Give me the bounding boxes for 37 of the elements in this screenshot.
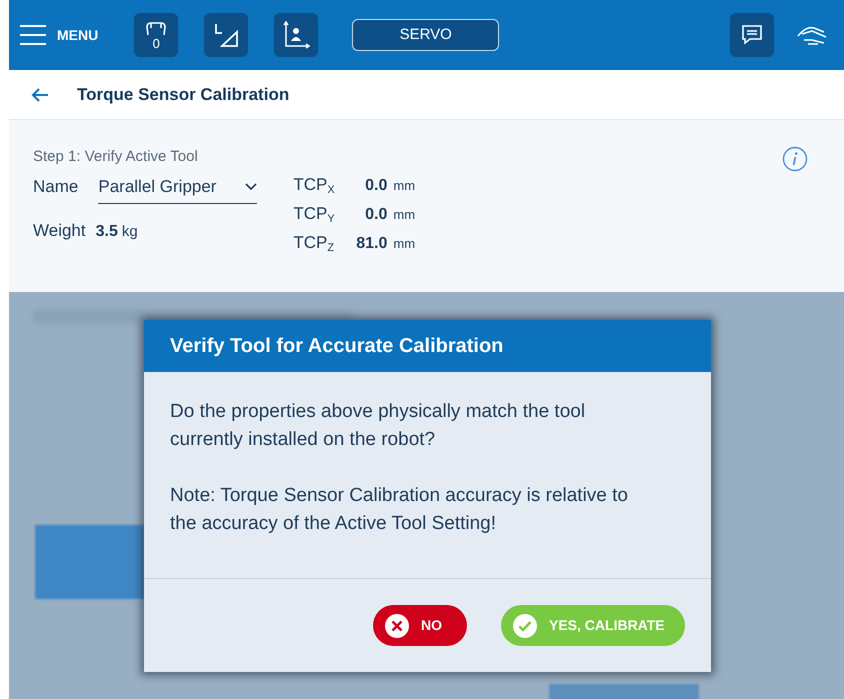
close-icon bbox=[385, 614, 409, 638]
back-arrow-icon[interactable] bbox=[31, 86, 49, 102]
chat-icon bbox=[740, 23, 764, 47]
user-frame-button[interactable] bbox=[274, 13, 318, 57]
dialog-note: Note: Torque Sensor Calibration accuracy is relative to the accuracy of the Active Tool Setting! bbox=[170, 484, 629, 536]
tcp-unit: mm bbox=[393, 206, 416, 224]
tool-frame-button[interactable] bbox=[204, 13, 248, 57]
tcp-label: TCP$_{Y}$ bbox=[293, 203, 336, 226]
tool-name-dropdown[interactable]: Parallel Gripper bbox=[98, 170, 258, 204]
menu-button[interactable]: MENU bbox=[19, 24, 98, 46]
dialog-question: Do the properties above physically match the tool currently installed on the robot? bbox=[170, 400, 586, 452]
gripper-button[interactable]: 0 bbox=[134, 13, 178, 57]
tcp-value: 0.0 bbox=[364, 176, 388, 196]
tcp-unit: mm bbox=[393, 177, 416, 195]
user-frame-icon bbox=[281, 20, 312, 50]
gripper-icon bbox=[145, 20, 168, 36]
tcp-label: TCP$_{X}$ bbox=[293, 174, 336, 198]
info-icon[interactable] bbox=[782, 146, 808, 172]
dialog-title: Verify Tool for Accurate Calibration bbox=[170, 334, 504, 359]
tcp-label: TCP$_{Z}$ bbox=[293, 232, 336, 256]
weight-label: Weight bbox=[33, 220, 86, 242]
menu-icon bbox=[19, 24, 47, 46]
cancel-button[interactable]: NO bbox=[373, 605, 467, 646]
step-title: Step 1: Verify Active Tool bbox=[33, 147, 198, 167]
weight-value: 3.5 bbox=[96, 222, 118, 242]
gripper-count: 0 bbox=[152, 36, 160, 50]
messages-button[interactable] bbox=[730, 13, 774, 57]
tcp-value: 0.0 bbox=[364, 205, 388, 225]
tcp-value: 81.0 bbox=[355, 234, 388, 254]
chevron-down-icon bbox=[245, 182, 258, 190]
weight-unit: kg bbox=[122, 222, 138, 242]
servo-button[interactable]: SERVO bbox=[352, 19, 500, 51]
name-label: Name bbox=[33, 176, 78, 198]
angle-icon bbox=[212, 21, 240, 49]
page-title: Torque Sensor Calibration bbox=[77, 84, 290, 106]
tcp-unit: mm bbox=[393, 235, 416, 253]
check-icon bbox=[513, 614, 537, 638]
